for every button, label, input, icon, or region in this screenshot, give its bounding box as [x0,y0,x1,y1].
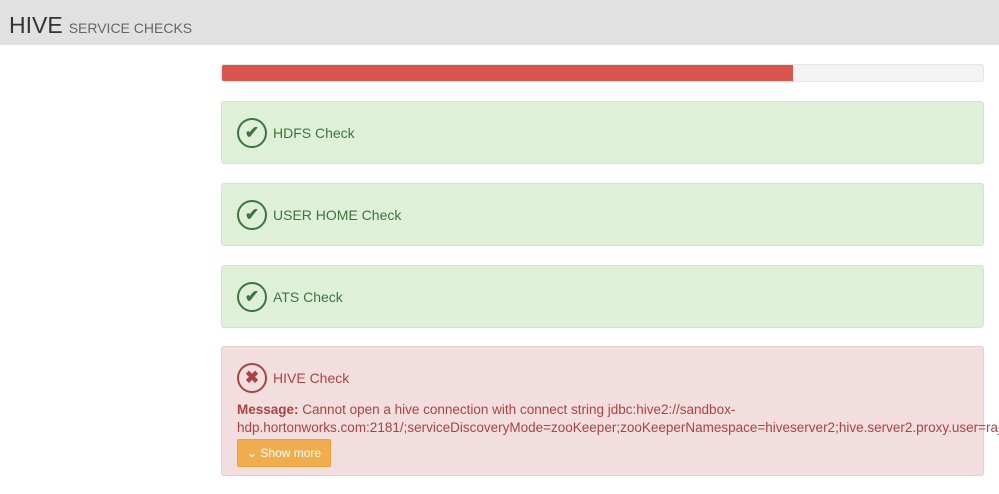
check-label: HIVE Check [273,370,350,386]
check-circle-icon: ✔ [237,199,267,230]
page-title: HIVE [9,12,63,38]
check-hdfs: ✔ HDFS Check [221,101,984,164]
check-label: USER HOME Check [273,206,402,223]
error-message: Message: Cannot open a hive connection w… [237,401,999,437]
page-header: HIVE Service Checks [0,0,999,45]
times-circle-icon: ✖ [237,363,267,393]
chevron-down-icon: ⌄ [247,446,258,460]
message-text: Cannot open a hive connection with conne… [237,402,999,435]
check-label: ATS Check [273,288,343,305]
message-label: Message: [237,402,299,417]
check-ats: ✔ ATS Check [221,265,984,328]
checks-progress-bar [221,64,984,82]
check-circle-icon: ✔ [237,281,267,312]
check-user-home: ✔ USER HOME Check [221,183,984,246]
progress-fill [222,65,793,81]
check-circle-icon: ✔ [237,117,267,148]
check-label: HDFS Check [273,124,355,141]
show-more-label: Show more [260,446,322,460]
show-more-button[interactable]: ⌄ Show more [237,439,332,467]
check-hive: ✖ HIVE Check Message: Cannot open a hive… [221,346,999,476]
page-subtitle: Service Checks [68,20,193,36]
